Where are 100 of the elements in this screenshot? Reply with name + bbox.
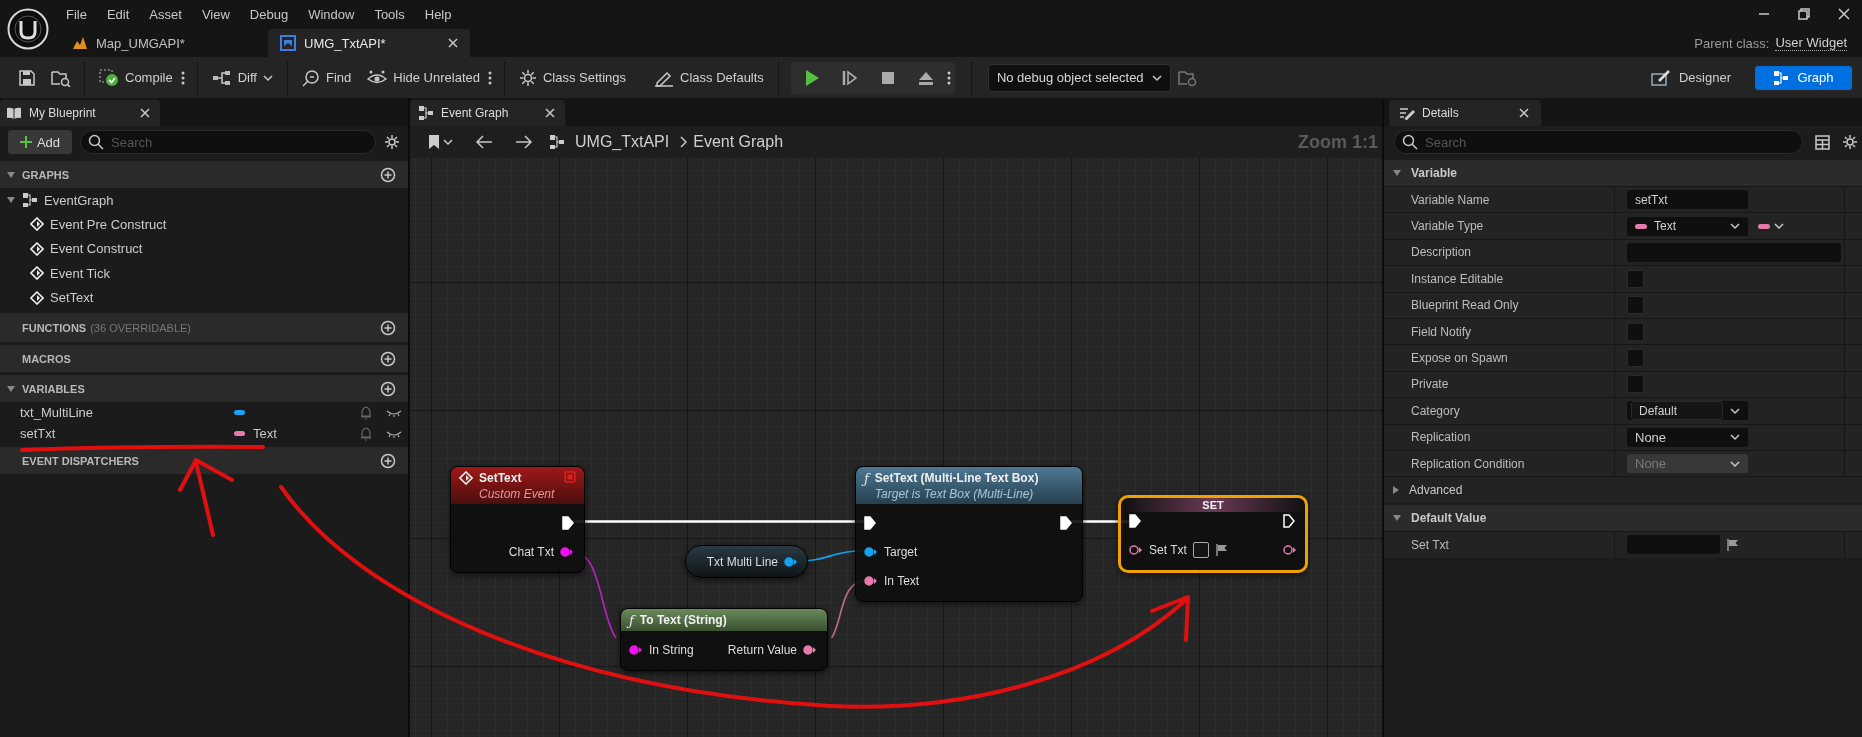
data-pin-icon[interactable]: [784, 556, 798, 567]
close-icon[interactable]: [448, 38, 458, 48]
settings-icon[interactable]: [384, 134, 400, 150]
expand-arrow-icon[interactable]: [1392, 169, 1402, 177]
menu-item[interactable]: Tools: [364, 2, 415, 26]
menu-item[interactable]: Edit: [96, 2, 140, 26]
close-icon[interactable]: [1838, 8, 1850, 20]
expand-arrow-icon[interactable]: [6, 196, 16, 204]
add-icon[interactable]: [380, 380, 396, 397]
expand-arrow-icon[interactable]: [6, 384, 16, 393]
add-icon[interactable]: [380, 452, 396, 469]
checkbox[interactable]: [1627, 322, 1644, 341]
toolbar-button[interactable]: Hide Unrelated: [359, 62, 488, 93]
set-node[interactable]: SET Set Txt: [1118, 495, 1308, 573]
checkbox[interactable]: [1627, 349, 1644, 368]
flag-icon[interactable]: [1726, 538, 1740, 552]
data-pin-icon[interactable]: [803, 644, 817, 655]
category-header[interactable]: Default Value: [1384, 505, 1862, 532]
data-pin-icon[interactable]: [864, 575, 878, 586]
toolbar-button[interactable]: Compile: [91, 62, 181, 93]
type-dropdown[interactable]: Text: [1627, 216, 1748, 236]
add-icon[interactable]: [380, 350, 396, 367]
expand-arrow-icon[interactable]: [1392, 514, 1402, 523]
function-node[interactable]: ƒ To Text (String) In String Return Value: [620, 608, 828, 671]
table-icon[interactable]: [1815, 134, 1830, 150]
menu-item[interactable]: Window: [298, 2, 365, 26]
checkbox[interactable]: [1627, 269, 1644, 288]
data-pin-icon[interactable]: [629, 644, 643, 655]
close-icon[interactable]: [140, 108, 150, 118]
parent-class-link[interactable]: User Widget: [1775, 35, 1847, 51]
collapse-arrow-icon[interactable]: [1392, 485, 1400, 496]
mode-button[interactable]: Graph: [1755, 65, 1852, 90]
menu-item[interactable]: File: [56, 2, 97, 26]
tree-item[interactable]: Event Pre Construct: [0, 212, 408, 237]
debug-object-dropdown[interactable]: No debug object selected: [987, 63, 1171, 92]
exec-pin-icon[interactable]: [1060, 515, 1072, 530]
toolbar-button[interactable]: Class Defaults: [646, 62, 772, 93]
tree-item[interactable]: Event Construct: [0, 236, 408, 261]
exec-pin-icon[interactable]: [864, 515, 876, 530]
menu-item[interactable]: Help: [414, 2, 462, 26]
data-pin-icon[interactable]: [1283, 545, 1297, 555]
restore-icon[interactable]: [1798, 8, 1810, 20]
data-pin-icon[interactable]: [864, 546, 878, 557]
document-tab[interactable]: UMG_TxtAPI*: [268, 29, 470, 57]
tree-item[interactable]: Event Tick: [0, 261, 408, 286]
tree-item[interactable]: SetText: [0, 285, 408, 310]
variable-node[interactable]: Txt Multi Line: [685, 545, 808, 578]
section-header[interactable]: GRAPHS: [0, 161, 408, 188]
event-node[interactable]: SetText Custom Event Chat Txt: [450, 466, 585, 573]
value-field[interactable]: [1192, 542, 1209, 558]
checkbox[interactable]: [1627, 296, 1644, 315]
variable-name[interactable]: txt_MultiLine: [20, 405, 220, 420]
expand-arrow-icon[interactable]: [6, 170, 16, 179]
search-field[interactable]: Search: [80, 130, 376, 154]
toolbar-button[interactable]: Diff: [203, 62, 281, 93]
section-header[interactable]: EVENT DISPATCHERS: [0, 447, 408, 474]
section-header[interactable]: FUNCTIONS (36 OVERRIDABLE): [0, 313, 408, 342]
flag-icon[interactable]: [1214, 543, 1229, 557]
panel-tab[interactable]: Details: [1389, 100, 1541, 126]
checkbox[interactable]: [1627, 375, 1644, 394]
panel-tab[interactable]: Event Graph: [410, 100, 565, 126]
settings-icon[interactable]: [1842, 134, 1858, 150]
exec-pin-icon[interactable]: [1283, 514, 1295, 528]
section-header[interactable]: MACROS: [0, 345, 408, 372]
eye-closed-icon[interactable]: [386, 429, 402, 438]
mode-button[interactable]: Designer: [1636, 65, 1745, 90]
more-icon[interactable]: [946, 69, 951, 86]
bell-icon[interactable]: [360, 426, 372, 441]
close-icon[interactable]: [1519, 108, 1529, 118]
function-node[interactable]: ƒ SetText (Multi-Line Text Box) Target is Text Box (Multi-Line) Target In Text: [855, 466, 1083, 602]
dropdown[interactable]: None: [1627, 427, 1748, 447]
menu-item[interactable]: Debug: [239, 2, 299, 26]
more-icon[interactable]: [180, 69, 185, 86]
data-pin-icon[interactable]: [1129, 545, 1143, 555]
category-header[interactable]: Variable: [1384, 160, 1862, 186]
breadcrumb-item[interactable]: UMG_TxtAPI: [575, 133, 670, 151]
breadcrumb-item[interactable]: Event Graph: [693, 133, 784, 151]
exec-pin-icon[interactable]: [1129, 514, 1141, 528]
more-icon[interactable]: [487, 69, 492, 86]
exec-pin-icon[interactable]: [562, 515, 574, 530]
toolbar-button[interactable]: Class Settings: [510, 62, 635, 93]
tree-item[interactable]: EventGraph: [0, 188, 408, 212]
document-tab[interactable]: Map_UMGAPI*: [60, 29, 262, 57]
eye-closed-icon[interactable]: [386, 408, 402, 417]
category-combo[interactable]: Default: [1627, 401, 1748, 421]
add-button[interactable]: Add: [8, 130, 72, 154]
data-pin-icon[interactable]: [560, 546, 574, 557]
search-field[interactable]: Search: [1394, 130, 1803, 154]
text-field[interactable]: setTxt: [1627, 190, 1748, 210]
close-icon[interactable]: [545, 108, 555, 118]
menu-item[interactable]: Asset: [139, 2, 192, 26]
section-header[interactable]: VARIABLES: [0, 375, 408, 402]
add-icon[interactable]: [380, 166, 396, 183]
category-header[interactable]: Advanced: [1384, 476, 1862, 504]
category-field[interactable]: Default: [1631, 401, 1723, 421]
add-icon[interactable]: [380, 319, 396, 336]
toolbar-button[interactable]: Find: [293, 62, 360, 93]
panel-tab[interactable]: My Blueprint: [0, 100, 160, 126]
bell-icon[interactable]: [360, 405, 372, 420]
menu-item[interactable]: View: [191, 2, 240, 26]
